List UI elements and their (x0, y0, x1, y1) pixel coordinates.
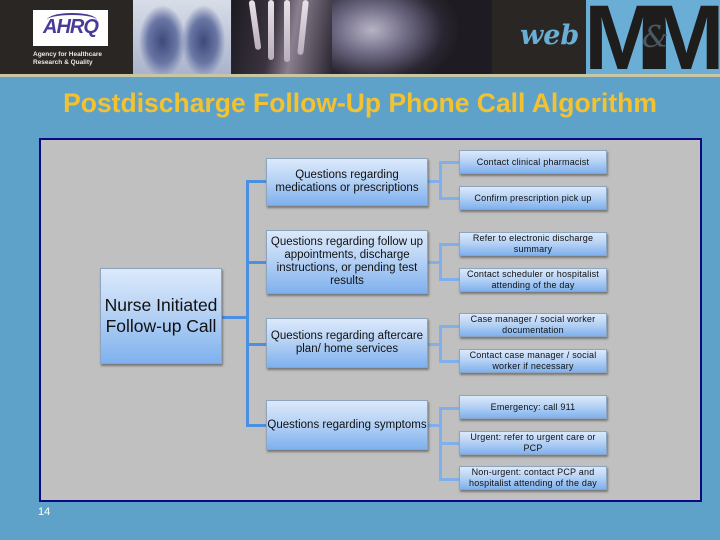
action-node: Contact case manager / social worker if … (459, 349, 607, 373)
connector-line (439, 278, 459, 281)
connector-line (439, 243, 442, 280)
header-banner: AHRQ Agency for Healthcare Research & Qu… (0, 0, 720, 75)
connector-line (221, 316, 248, 319)
algorithm-diagram: Nurse Initiated Follow-up Call Questions… (39, 138, 702, 502)
brand-mm-logo: M M & (584, 0, 720, 75)
connector-line (439, 442, 459, 445)
ahrq-logo: AHRQ (33, 10, 108, 46)
question-node-followup: Questions regarding follow up appointmen… (266, 230, 428, 294)
action-node: Emergency: call 911 (459, 395, 607, 419)
finger-bone (268, 0, 274, 60)
action-node: Contact scheduler or hospitalist attendi… (459, 268, 607, 292)
action-node: Case manager / social worker documentati… (459, 313, 607, 337)
action-node: Urgent: refer to urgent care or PCP (459, 431, 607, 455)
connector-line (439, 161, 459, 164)
page-title: Postdischarge Follow-Up Phone Call Algor… (63, 88, 657, 118)
brand-web-text: web (520, 20, 580, 51)
connector-line (439, 407, 459, 410)
connector-line (246, 424, 266, 427)
action-node: Non-urgent: contact PCP and hospitalist … (459, 466, 607, 490)
brand-ampersand: & (642, 20, 669, 55)
agency-name: Agency for Healthcare Research & Quality (33, 51, 102, 66)
connector-line (439, 360, 459, 363)
question-node-medications: Questions regarding medications or presc… (266, 158, 428, 206)
question-node-symptoms: Questions regarding symptoms (266, 400, 428, 450)
connector-line (439, 161, 442, 199)
chest-xray-image (133, 0, 231, 75)
connector-line (439, 325, 442, 362)
connector-line (246, 343, 266, 346)
slide-number: 14 (38, 506, 51, 518)
action-node: Confirm prescription pick up (459, 186, 607, 210)
hand-xray-image (232, 0, 332, 75)
question-node-aftercare: Questions regarding aftercare plan/ home… (266, 318, 428, 368)
header-divider (0, 74, 720, 77)
connector-line (246, 261, 266, 264)
skull-xray-image (332, 0, 492, 75)
finger-bone (284, 0, 290, 62)
action-node: Contact clinical pharmacist (459, 150, 607, 174)
finger-bone (297, 0, 309, 56)
action-node: Refer to electronic discharge summary (459, 232, 607, 256)
connector-line (439, 325, 459, 328)
connector-line (439, 243, 459, 246)
finger-bone (248, 0, 262, 51)
connector-line (439, 197, 459, 200)
connector-line (439, 478, 459, 481)
logo-text: AHRQ (43, 16, 99, 38)
connector-spine (246, 180, 249, 427)
root-node: Nurse Initiated Follow-up Call (100, 268, 222, 364)
connector-line (246, 180, 266, 183)
